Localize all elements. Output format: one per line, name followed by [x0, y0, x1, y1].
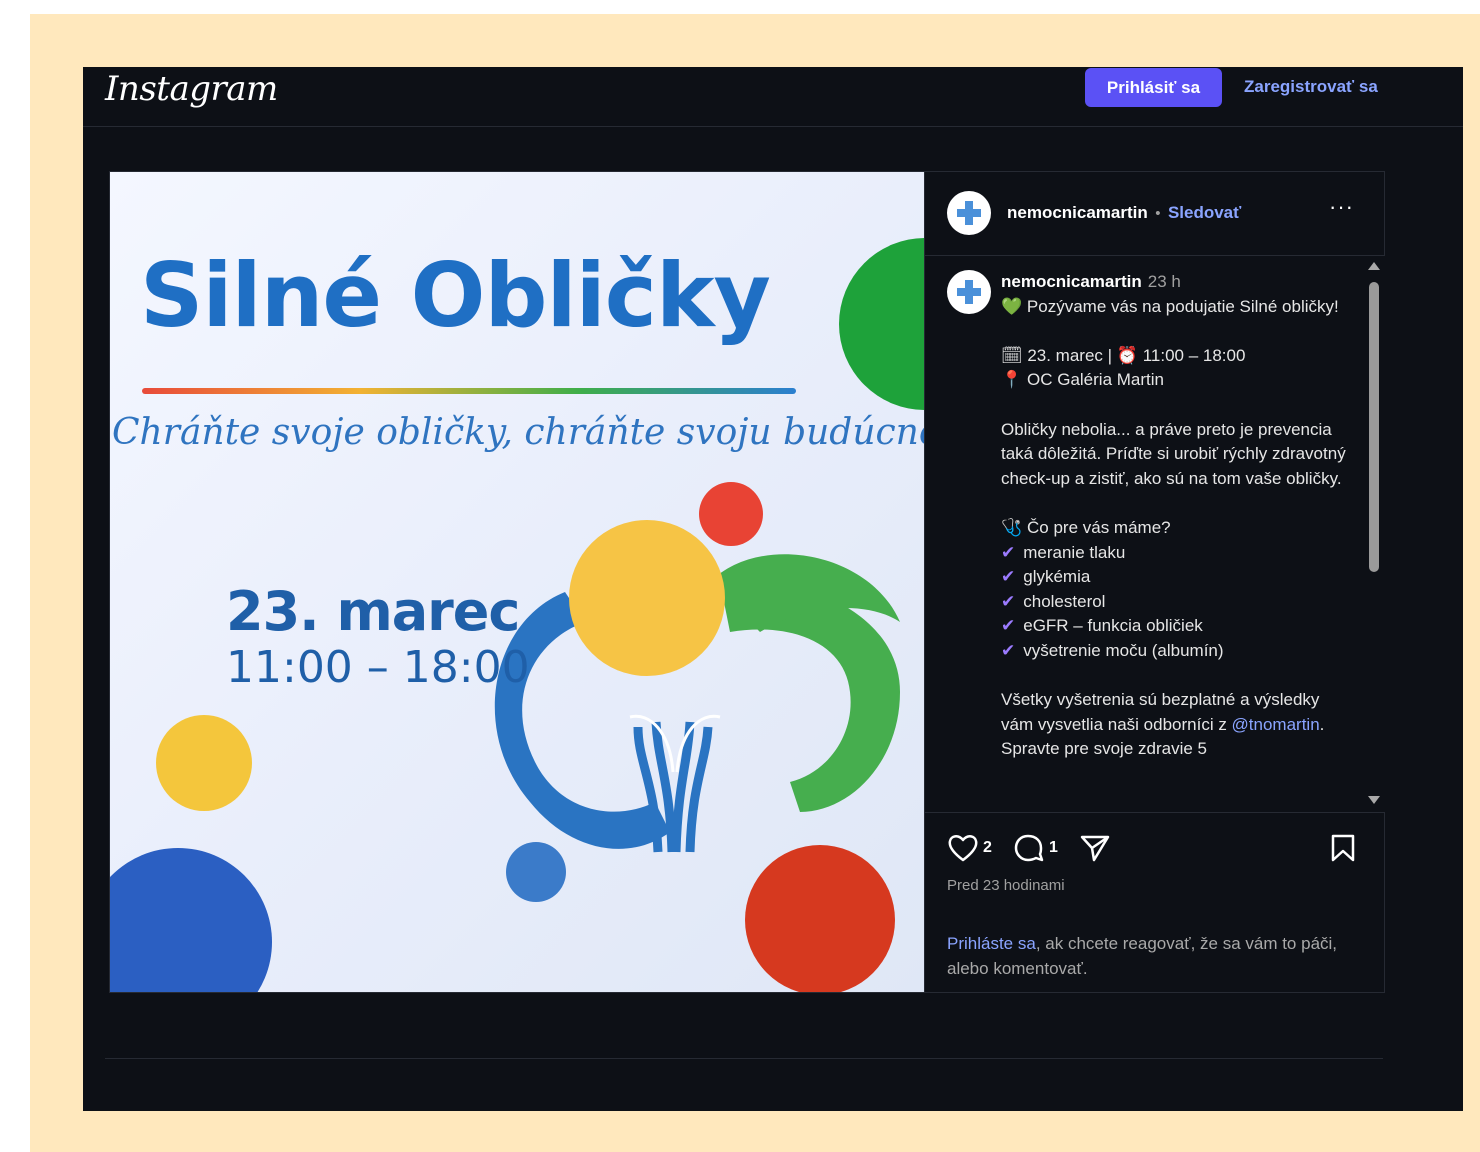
heart-icon[interactable]	[947, 833, 979, 863]
list-title: Čo pre vás máme?	[1027, 517, 1171, 537]
more-options-icon[interactable]: ···	[1329, 194, 1354, 220]
check-icon: ✔	[1001, 616, 1016, 636]
post-side-panel: nemocnicamartin • Sledovať ··· nemocnica…	[924, 172, 1385, 992]
author-username[interactable]: nemocnicamartin	[1007, 203, 1148, 222]
instagram-logo[interactable]: Instagram	[105, 69, 278, 109]
pin-icon: 📍	[1001, 370, 1023, 390]
mention-link[interactable]: @tnomartin	[1232, 715, 1320, 734]
list-item: ✔ meranie tlaku	[1001, 542, 1126, 562]
list-item: ✔ vyšetrenie moču (albumín)	[1001, 640, 1224, 660]
kidney-logo	[494, 520, 900, 853]
caption-place: OC Galéria Martin	[1027, 370, 1164, 390]
post-card: Silné Obličky Chráňte svoje obličky, chr…	[109, 171, 1385, 993]
poster-time: 11:00 – 18:00	[226, 642, 530, 693]
scroll-down-arrow-icon[interactable]	[1368, 796, 1380, 804]
top-bar: Instagram Prihlásiť sa Zaregistrovať sa	[83, 67, 1463, 127]
footer-divider	[105, 1058, 1383, 1059]
green-heart-icon: 💚	[1001, 296, 1023, 316]
login-link[interactable]: Prihláste sa	[947, 934, 1036, 953]
caption-scroll-area[interactable]: nemocnicamartin 23 h 💚 Pozývame vás na po…	[925, 256, 1385, 812]
caption-username[interactable]: nemocnicamartin	[1001, 272, 1142, 291]
yellow-circle	[156, 715, 252, 811]
hospital-cross-icon	[957, 201, 981, 225]
blue-circle	[110, 848, 272, 992]
dot-separator: •	[1155, 205, 1161, 222]
instagram-window: Instagram Prihlásiť sa Zaregistrovať sa	[83, 67, 1463, 1111]
comment-count: 1	[1049, 839, 1058, 856]
hospital-cross-icon	[957, 280, 981, 304]
comment-action[interactable]: 1	[1013, 833, 1058, 863]
post-actions: 2 1 Pred 23 hodinami Prihláste sa, ak ch…	[925, 812, 1385, 993]
check-icon: ✔	[1001, 591, 1016, 611]
post-author-line: nemocnicamartin • Sledovať	[1007, 203, 1241, 223]
poster-headline: Silné Obličky	[140, 244, 771, 347]
caption-time: 23 h	[1147, 272, 1181, 291]
red-small-circle	[699, 482, 763, 546]
login-prompt: Prihláste sa, ak chcete reagovať, že sa …	[947, 934, 1338, 978]
save-action[interactable]	[1329, 833, 1357, 863]
check-icon: ✔	[1001, 567, 1016, 587]
like-count: 2	[983, 839, 992, 856]
check-icon: ✔	[1001, 542, 1016, 562]
check-icon: ✔	[1001, 640, 1016, 660]
red-circle	[745, 845, 895, 992]
rainbow-divider	[142, 388, 796, 394]
calendar-icon: 🗓	[1001, 345, 1023, 365]
like-action[interactable]: 2	[947, 833, 992, 863]
register-link[interactable]: Zaregistrovať sa	[1244, 77, 1378, 97]
caption-time-range: 11:00 – 18:00	[1142, 345, 1246, 365]
caption-scrollbar[interactable]	[1363, 256, 1385, 812]
scroll-up-arrow-icon[interactable]	[1368, 262, 1380, 270]
poster-date: 23. marec	[226, 580, 520, 643]
small-blue-circle	[506, 842, 566, 902]
list-item: ✔ eGFR – funkcia obličiek	[1001, 616, 1203, 636]
follow-button[interactable]: Sledovať	[1168, 203, 1241, 222]
caption-date: 23. marec |	[1027, 345, 1113, 365]
poster-tagline: Chráňte svoje obličky, chráňte svoju bud…	[112, 412, 924, 453]
post-image[interactable]: Silné Obličky Chráňte svoje obličky, chr…	[110, 172, 924, 992]
share-icon[interactable]	[1079, 833, 1111, 863]
alarm-clock-icon: ⏰	[1116, 345, 1138, 365]
green-circle	[839, 238, 924, 410]
caption-avatar[interactable]	[947, 270, 991, 314]
caption-paragraph-2: Všetky vyšetrenia sú bezplatné a výsledk…	[1001, 690, 1325, 759]
comment-icon[interactable]	[1013, 833, 1045, 863]
caption-paragraph-1: Obličky nebolia... a práve preto je prev…	[1001, 419, 1346, 488]
list-item: ✔ glykémia	[1001, 567, 1091, 587]
stethoscope-icon: 🩺	[1001, 517, 1023, 537]
share-action[interactable]	[1079, 833, 1111, 863]
scrollbar-thumb[interactable]	[1369, 282, 1379, 572]
caption: nemocnicamartin 23 h 💚 Pozývame vás na po…	[1001, 270, 1346, 762]
login-button[interactable]: Prihlásiť sa	[1085, 68, 1222, 107]
avatar[interactable]	[947, 191, 991, 235]
post-timestamp: Pred 23 hodinami	[947, 877, 1065, 894]
post-header: nemocnicamartin • Sledovať ···	[925, 172, 1385, 256]
caption-intro: Pozývame vás na podujatie Silné obličky!	[1026, 296, 1339, 316]
bookmark-icon[interactable]	[1329, 833, 1357, 863]
list-item: ✔ cholesterol	[1001, 591, 1106, 611]
